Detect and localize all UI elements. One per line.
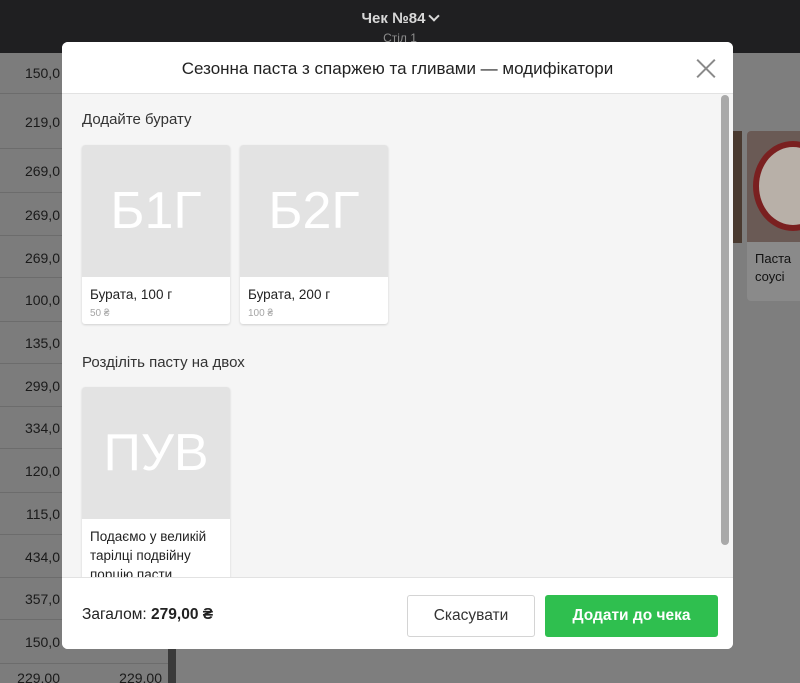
dialog-body: Додайте бурату Б1Г Бурата, 100 г 50 ₴ Б2… xyxy=(62,95,733,577)
dialog-scrollbar[interactable] xyxy=(721,95,729,545)
chevron-down-icon xyxy=(428,10,441,22)
modifier-card-burrata-200[interactable]: Б2Г Бурата, 200 г 100 ₴ xyxy=(240,145,388,324)
receipt-title-text: Чек №84 xyxy=(361,10,426,27)
group-title-split: Розділіть пасту на двох xyxy=(82,354,245,371)
modifier-thumb: ПУВ xyxy=(82,387,230,519)
total-label: Загалом: xyxy=(82,606,147,623)
add-to-receipt-button[interactable]: Додати до чека xyxy=(545,595,718,637)
menu-card-image xyxy=(747,131,800,242)
group-title-burrata: Додайте бурату xyxy=(82,111,192,128)
total-summary: Загалом: 279,00 ₴ xyxy=(82,606,213,624)
modifiers-dialog: Сезонна паста з спаржею та гливами — мод… xyxy=(62,42,733,649)
dialog-header: Сезонна паста з спаржею та гливами — мод… xyxy=(62,42,733,94)
modifier-name: Бурата, 100 г xyxy=(90,287,173,302)
total-value: 279,00 ₴ xyxy=(151,606,214,623)
menu-card-label-2: соусі xyxy=(755,269,785,284)
menu-card-label: Паста xyxy=(755,251,792,266)
modifier-card-burrata-100[interactable]: Б1Г Бурата, 100 г 50 ₴ xyxy=(82,145,230,324)
modifier-card-double-portion[interactable]: ПУВ Подаємо у великій тарілці подвійну п… xyxy=(82,387,230,577)
modifier-price: 50 ₴ xyxy=(90,308,110,319)
modifier-name: Бурата, 200 г xyxy=(248,287,331,302)
modifier-name: Подаємо у великій тарілці подвійну порці… xyxy=(90,529,207,577)
receipt-title[interactable]: Чек №84 xyxy=(361,10,441,27)
modifier-thumb: Б2Г xyxy=(240,145,388,277)
dialog-title: Сезонна паста з спаржею та гливами — мод… xyxy=(181,59,614,78)
cancel-button[interactable]: Скасувати xyxy=(407,595,535,637)
menu-card: Паста соусі xyxy=(747,131,800,301)
modifier-price: 100 ₴ xyxy=(248,308,274,319)
list-item: 229,00 229,00 xyxy=(17,670,162,683)
close-icon[interactable] xyxy=(695,57,717,79)
modifier-thumb: Б1Г xyxy=(82,145,230,277)
dialog-footer: Загалом: 279,00 ₴ Скасувати Додати до че… xyxy=(62,577,733,649)
